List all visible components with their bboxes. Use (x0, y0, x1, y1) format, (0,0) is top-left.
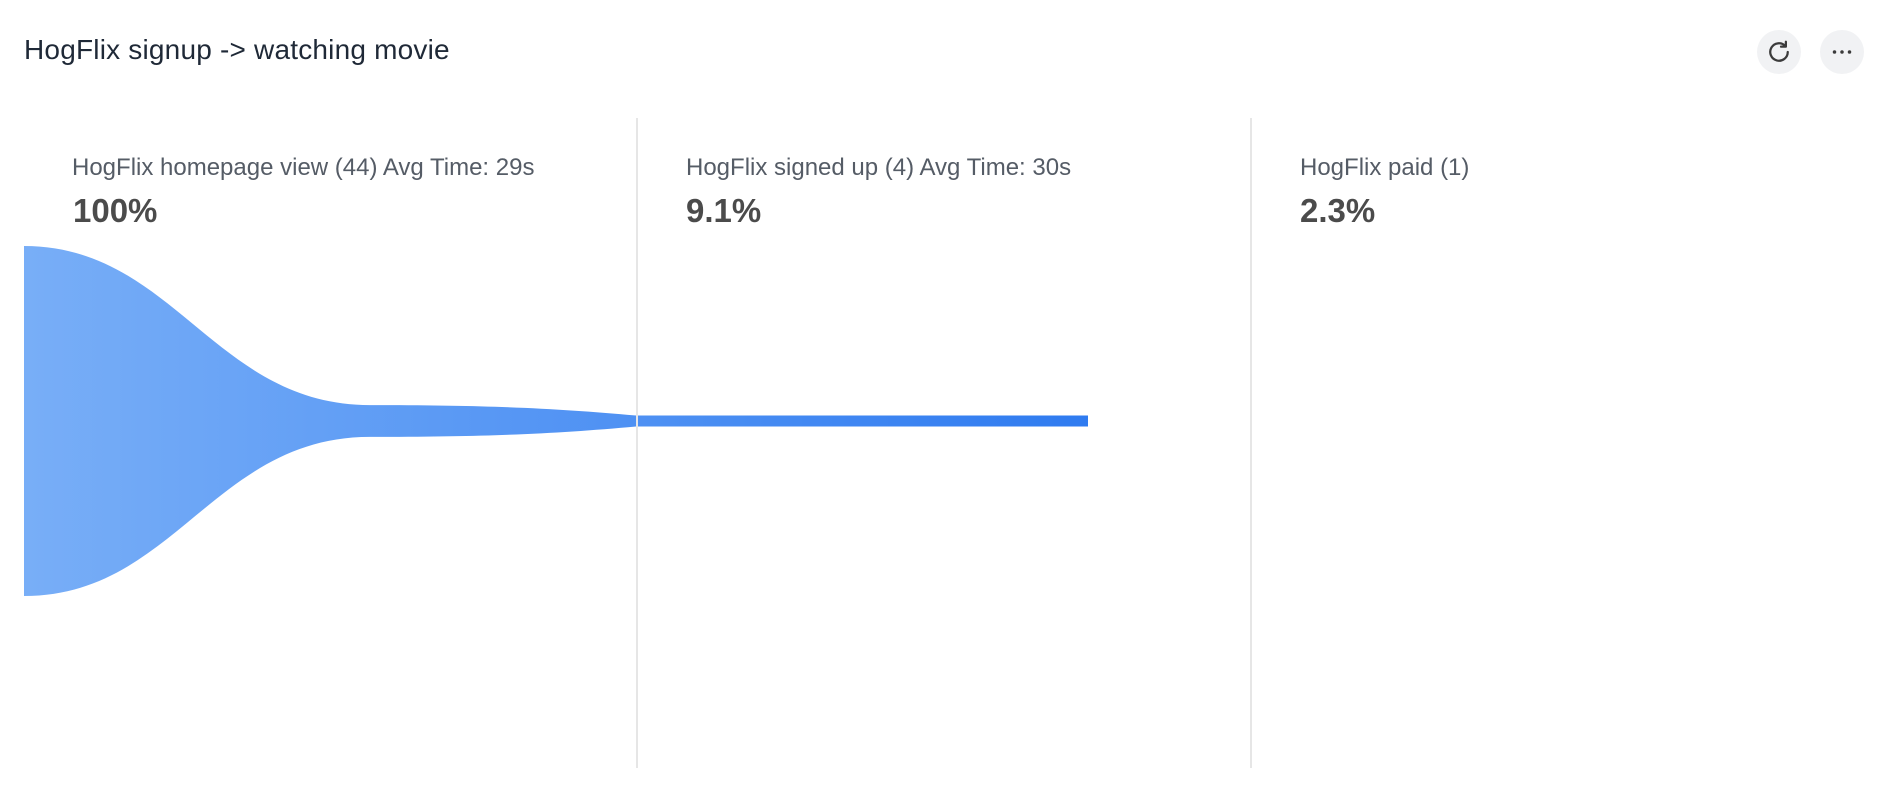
step-divider (1250, 118, 1252, 768)
funnel-chart (24, 246, 1088, 596)
step-3-label: HogFlix paid (1) (1300, 154, 1470, 181)
step-1-percent: 100% (73, 192, 158, 229)
step-3-percent: 2.3% (1300, 192, 1376, 229)
step-2-percent: 9.1% (686, 192, 762, 229)
step-1-label: HogFlix homepage view (44) Avg Time: 29s (72, 154, 535, 181)
step-divider (636, 118, 638, 768)
funnel-flow-shape (24, 246, 1088, 596)
step-2-label: HogFlix signed up (4) Avg Time: 30s (686, 154, 1072, 181)
